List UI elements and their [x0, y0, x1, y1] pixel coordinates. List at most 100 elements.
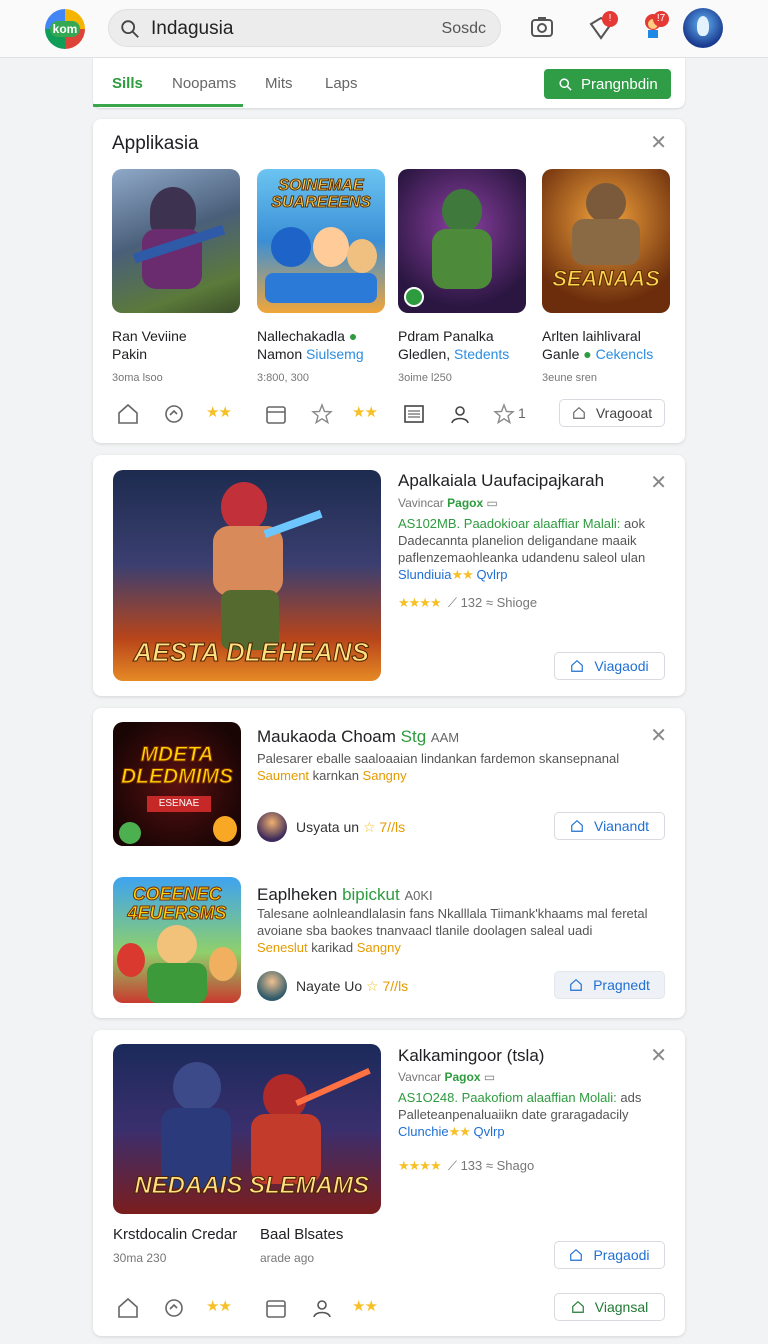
search-input[interactable]: Indagusia: [151, 18, 233, 40]
search-icon: [121, 20, 139, 38]
app-tile[interactable]: Ran Veviine Pakin 3oma lsoo: [112, 169, 240, 384]
search-bar[interactable]: Indagusia Sosdc: [108, 9, 501, 47]
tab-noopams[interactable]: Noopams: [172, 75, 236, 92]
card-action-button[interactable]: Viagnsal: [554, 1293, 665, 1321]
user-icon[interactable]: [310, 1296, 334, 1320]
avatar[interactable]: [257, 812, 287, 842]
notification-badge: !: [602, 11, 618, 27]
list-item-author: Nayate Uo ☆ 7//ls: [296, 978, 409, 994]
featured-action-button[interactable]: Pragaodi: [554, 1241, 665, 1269]
thumbnail-badge: ESENAE: [147, 796, 211, 812]
featured-action-button[interactable]: Viagaodi: [554, 652, 665, 680]
bottom-title: Baal Blsates: [260, 1226, 344, 1243]
tab-mits[interactable]: Mits: [265, 75, 293, 92]
apps-card: Applikasia ✕ Ran Veviine Pakin 3oma lsoo…: [93, 119, 685, 443]
avatar[interactable]: [257, 971, 287, 1001]
stars-icon: ★★: [352, 1298, 378, 1315]
featured-image[interactable]: NEDAAIS SLEMAMS: [113, 1044, 381, 1214]
thumbnail-title: SEANAAS: [552, 266, 661, 291]
stars-icon: ★★: [206, 1298, 232, 1315]
close-icon[interactable]: ✕: [650, 473, 667, 493]
home-icon: [570, 978, 582, 991]
app-name: Ran Veviine: [112, 328, 187, 344]
user-icon[interactable]: [448, 402, 472, 426]
list-item-title: Eaplheken bipickut A0KI: [257, 885, 433, 904]
close-icon[interactable]: ✕: [650, 726, 667, 746]
app-tile[interactable]: SOINEMAE SUAREEENS Nallechakadla ● Namon…: [257, 169, 385, 384]
primary-action-label: Prangnbdin: [581, 75, 658, 93]
list-item-thumbnail[interactable]: MDETA DLEDMIMS ESENAE: [113, 722, 241, 846]
camera-icon[interactable]: [527, 12, 557, 42]
featured-image-title: AESTA DLEHEANS: [133, 637, 369, 667]
list-item-description: Palesarer eballe saaloaaian lindankan fa…: [257, 751, 620, 783]
search-icon: [559, 77, 572, 91]
tab-laps[interactable]: Laps: [325, 75, 358, 92]
refresh-icon[interactable]: [162, 402, 186, 426]
featured-image[interactable]: AESTA DLEHEANS: [113, 470, 381, 681]
card-title: Applikasia: [112, 133, 199, 154]
app-tile[interactable]: Pdram Panalka Gledlen, Stedents 3oime l2…: [398, 169, 526, 384]
app-thumbnail[interactable]: [398, 169, 526, 313]
top-bar: kom Indagusia Sosdc ! !7: [0, 0, 768, 58]
home-icon[interactable]: [116, 402, 140, 426]
app-meta: 3:800, 300: [257, 372, 309, 384]
home-icon[interactable]: [116, 1296, 140, 1320]
primary-action-button[interactable]: Prangnbdin: [544, 69, 671, 99]
app-thumbnail[interactable]: SEANAAS: [542, 169, 670, 313]
action-row: ★★ ★★: [116, 1293, 416, 1323]
close-icon[interactable]: ✕: [650, 133, 667, 153]
app-meta: 3oime l250: [398, 372, 452, 384]
card-action-button[interactable]: Vragooat: [559, 399, 665, 427]
home-icon: [570, 1248, 583, 1261]
list-item-thumbnail[interactable]: COEENEC 4EUERSMS: [113, 877, 241, 1003]
app-tile[interactable]: SEANAAS Arlten laihlivaral Ganle ● Ceken…: [542, 169, 670, 384]
list-icon[interactable]: [402, 402, 426, 426]
featured-subtitle: Vavincar Pagox ▭: [398, 496, 498, 510]
thumbnail-title: SOINEMAE SUAREEENS: [271, 177, 372, 212]
user-avatar[interactable]: [683, 8, 723, 48]
bottom-title: Krstdocalin Credar: [113, 1226, 238, 1243]
app-developer: Namon Siulsemg: [257, 346, 364, 362]
app-thumbnail[interactable]: [112, 169, 240, 313]
favorite-count: 1: [518, 405, 526, 421]
thumbnail-title: MDETA DLEDMIMS: [121, 743, 234, 788]
star-outline-icon[interactable]: [310, 402, 334, 426]
card-action-label: Viagnsal: [594, 1299, 649, 1315]
tab-bar: Sills Noopams Mits Laps Prangnbdin: [93, 58, 685, 108]
close-icon[interactable]: ✕: [650, 1046, 667, 1066]
refresh-icon[interactable]: [162, 1296, 186, 1320]
home-icon: [571, 1300, 584, 1313]
stars-icon: ★★: [352, 404, 378, 421]
app-logo[interactable]: kom: [45, 9, 85, 49]
featured-card: AESTA DLEHEANS Apalkaiala Uaufacipajkara…: [93, 455, 685, 696]
app-name: Pdram Panalka: [398, 328, 494, 344]
list-item-action-label: Vianandt: [593, 818, 649, 834]
list-item-description: Talesane aolnleandlalasin fans Nkalllala…: [257, 906, 648, 955]
featured-rating: ★★★★ ⟋ 133 ≈ Shago: [398, 1158, 535, 1173]
bottom-meta: 30ma 230: [113, 1251, 167, 1265]
list-item-action-button[interactable]: Vianandt: [554, 812, 665, 840]
featured-action-label: Pragaodi: [593, 1247, 650, 1263]
list-card: ✕ MDETA DLEDMIMS ESENAE Maukaoda Choam S…: [93, 708, 685, 1018]
featured-description: AS1O248. Paakofiom alaaffian Molali: ads…: [398, 1090, 642, 1139]
search-submit-button[interactable]: Sosdc: [442, 20, 486, 38]
star-outline-icon[interactable]: [492, 402, 516, 426]
active-tab-indicator: [93, 104, 243, 107]
card-action-label: Vragooat: [595, 405, 653, 421]
app-name: Arlten laihlivaral: [542, 328, 641, 344]
app-developer: Gledlen, Stedents: [398, 346, 510, 362]
tab-sills[interactable]: Sills: [112, 75, 143, 92]
featured-card: NEDAAIS SLEMAMS Kalkamingoor (tsla) ✕ Va…: [93, 1030, 685, 1336]
bottom-meta: arade ago: [260, 1251, 315, 1265]
app-name: Nallechakadla ●: [257, 328, 358, 344]
list-item-action-button[interactable]: Pragnedt: [554, 971, 665, 999]
calendar-icon[interactable]: [264, 1296, 288, 1320]
app-meta: 3oma lsoo: [112, 372, 163, 384]
home-icon: [573, 406, 585, 419]
featured-image-title: NEDAAIS SLEMAMS: [134, 1172, 370, 1199]
app-thumbnail[interactable]: SOINEMAE SUAREEENS: [257, 169, 385, 313]
featured-subtitle: Vavncar Pagox ▭: [398, 1070, 496, 1084]
calendar-icon[interactable]: [264, 402, 288, 426]
mascot-badge: !7: [653, 11, 669, 27]
home-icon: [571, 819, 583, 832]
